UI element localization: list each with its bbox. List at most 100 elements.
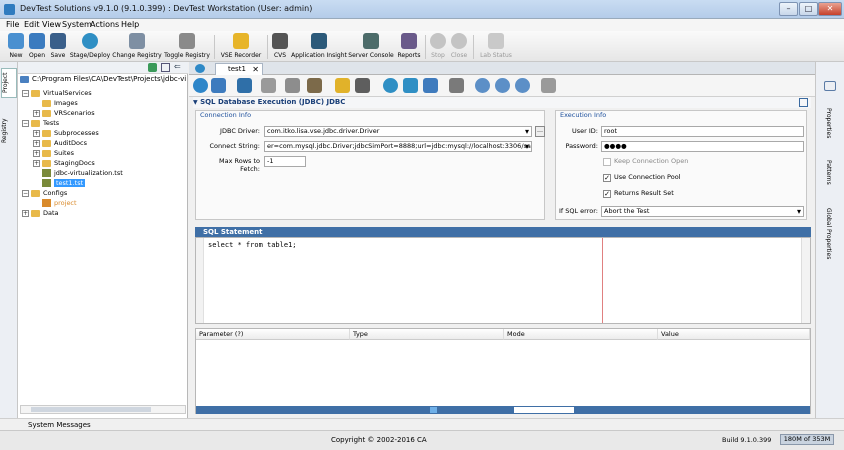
- close-tab-icon[interactable]: ✕: [252, 64, 259, 75]
- tree-item[interactable]: jdbc-virtualization.tst: [33, 168, 123, 178]
- keep-connection-checkbox[interactable]: [603, 158, 611, 166]
- tree-item[interactable]: test1.tst: [33, 178, 86, 188]
- tree-expander-icon[interactable]: +: [33, 139, 40, 147]
- deploy-icon[interactable]: [403, 78, 418, 93]
- tab-patterns[interactable]: Patterns: [825, 160, 832, 185]
- user-id-field[interactable]: root: [601, 126, 804, 137]
- max-rows-field[interactable]: -1: [264, 156, 306, 167]
- cut-icon[interactable]: [261, 78, 276, 93]
- document-icon[interactable]: [449, 78, 464, 93]
- tree-expander-icon[interactable]: +: [33, 109, 40, 117]
- zoom-out-icon[interactable]: [495, 78, 510, 93]
- password-label: Password:: [565, 142, 598, 150]
- zoom-reset-icon[interactable]: [515, 78, 530, 93]
- delete-step-icon[interactable]: [211, 78, 226, 93]
- itr-icon[interactable]: [423, 78, 438, 93]
- zoom-in-icon[interactable]: [475, 78, 490, 93]
- tree-expander-icon[interactable]: +: [22, 209, 29, 217]
- tree-folder[interactable]: + AuditDocs: [33, 138, 87, 148]
- tree-folder[interactable]: + Subprocesses: [33, 128, 99, 138]
- collapse-step-icon[interactable]: ▼: [193, 99, 198, 106]
- record-icon[interactable]: [335, 78, 350, 93]
- menu-help[interactable]: Help: [121, 20, 139, 29]
- open-button[interactable]: Open: [27, 33, 47, 61]
- parameter-filter-field[interactable]: [514, 407, 574, 413]
- stage-icon[interactable]: [383, 78, 398, 93]
- stage-deploy-button[interactable]: Stage/Deploy: [69, 33, 111, 61]
- collapse-panel-icon[interactable]: ⇐: [174, 62, 181, 71]
- tree-folder[interactable]: + StagingDocs: [33, 158, 95, 168]
- tree-expander-icon[interactable]: +: [33, 159, 40, 167]
- password-field[interactable]: ●●●●: [601, 141, 804, 152]
- close-window-button[interactable]: ✕: [818, 2, 842, 16]
- tab-global-properties[interactable]: Global Properties: [825, 208, 832, 259]
- paste-icon[interactable]: [307, 78, 322, 93]
- tree-expander-icon[interactable]: −: [22, 189, 29, 197]
- menu-actions[interactable]: Actions: [90, 20, 119, 29]
- add-step-icon[interactable]: [193, 78, 208, 93]
- sql-editor[interactable]: select * from table1;: [195, 237, 811, 324]
- minimize-button[interactable]: –: [779, 2, 798, 16]
- copy-icon[interactable]: [285, 78, 300, 93]
- memory-indicator[interactable]: 180M of 353M: [780, 434, 834, 445]
- reports-button[interactable]: Reports: [396, 33, 422, 61]
- vse-recorder-button[interactable]: VSE Recorder: [218, 33, 264, 61]
- jdbc-driver-select[interactable]: com.itko.lisa.vse.jdbc.driver.Driver: [264, 126, 532, 137]
- sql-scrollbar[interactable]: [801, 238, 810, 323]
- tree-folder[interactable]: + Data: [22, 208, 59, 218]
- refresh-icon[interactable]: [148, 63, 157, 72]
- column-value[interactable]: Value: [658, 329, 810, 340]
- tree-item[interactable]: project: [33, 198, 77, 208]
- server-console-button[interactable]: Server Console: [348, 33, 394, 61]
- tree-horizontal-scrollbar[interactable]: [20, 405, 186, 414]
- tree-folder[interactable]: − Tests: [22, 118, 59, 128]
- menu-edit[interactable]: Edit: [24, 20, 40, 29]
- cvs-button[interactable]: CVS: [271, 33, 289, 61]
- maximize-button[interactable]: □: [799, 2, 818, 16]
- tab-registry[interactable]: Registry: [1, 114, 17, 148]
- tab-test1[interactable]: test1 ✕: [215, 63, 263, 75]
- sql-text[interactable]: select * from table1;: [208, 241, 297, 249]
- menu-view[interactable]: View: [42, 20, 61, 29]
- edit-icon[interactable]: [355, 78, 370, 93]
- tree-folder[interactable]: Images: [33, 98, 78, 108]
- menu-file[interactable]: File: [6, 20, 19, 29]
- tree-folder[interactable]: + VRScenarios: [33, 108, 95, 118]
- connect-string-select[interactable]: er=com.mysql.jdbc.Driver;jdbcSimPort=888…: [264, 141, 532, 152]
- application-insight-button[interactable]: Application Insight: [291, 33, 347, 61]
- system-messages-label[interactable]: System Messages: [28, 421, 91, 429]
- scrollbar-thumb[interactable]: [31, 407, 151, 412]
- column-type[interactable]: Type: [350, 329, 504, 340]
- stop-button[interactable]: Stop: [429, 33, 447, 61]
- maximize-panel-icon[interactable]: [161, 63, 170, 72]
- back-icon[interactable]: [237, 78, 252, 93]
- column-parameter[interactable]: Parameter (?): [196, 329, 350, 340]
- tab-properties[interactable]: Properties: [825, 108, 832, 138]
- detach-editor-icon[interactable]: [799, 98, 808, 107]
- lab-status-button[interactable]: Lab Status: [478, 33, 514, 61]
- tab-project[interactable]: Project: [1, 68, 17, 98]
- tree-folder[interactable]: − Configs: [22, 188, 67, 198]
- add-parameter-icon[interactable]: [430, 407, 437, 413]
- new-button[interactable]: New: [6, 33, 26, 61]
- tree-expander-icon[interactable]: +: [33, 149, 40, 157]
- browse-driver-button[interactable]: …: [535, 126, 545, 137]
- close-run-button[interactable]: Close: [449, 33, 469, 61]
- filter-icon[interactable]: [824, 81, 836, 91]
- tree-expander-icon[interactable]: +: [33, 129, 40, 137]
- tree-folder[interactable]: + Suites: [33, 148, 74, 158]
- tree-expander-icon[interactable]: −: [22, 119, 29, 127]
- tree-item-label: Subprocesses: [54, 129, 99, 137]
- toggle-registry-button[interactable]: Toggle Registry: [163, 33, 211, 61]
- tree-folder[interactable]: − VirtualServices: [22, 88, 92, 98]
- column-mode[interactable]: Mode: [504, 329, 658, 340]
- project-panel: ⇐ C:\Program Files\CA\DevTest\Projects\j…: [18, 62, 188, 418]
- use-pool-checkbox[interactable]: ✓: [603, 174, 611, 182]
- sql-error-select[interactable]: Abort the Test: [601, 206, 804, 217]
- run-options-icon[interactable]: [541, 78, 556, 93]
- change-registry-button[interactable]: Change Registry: [112, 33, 162, 61]
- returns-result-checkbox[interactable]: ✓: [603, 190, 611, 198]
- save-button[interactable]: Save: [48, 33, 68, 61]
- menu-system[interactable]: System: [62, 20, 92, 29]
- tree-expander-icon[interactable]: −: [22, 89, 29, 97]
